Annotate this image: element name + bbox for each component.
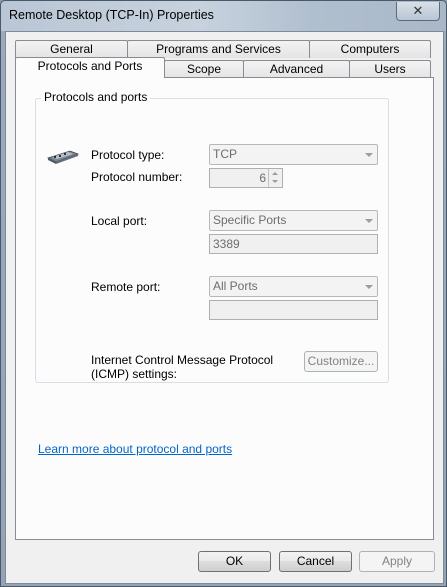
local-port-label: Local port: (91, 214, 148, 228)
tab-panel-protocols-and-ports: Protocols and ports Protocol type: TCP P… (15, 77, 434, 540)
tab-advanced[interactable]: Advanced (243, 60, 350, 78)
customize-button[interactable]: Customize... (304, 351, 378, 372)
remote-port-dropdown[interactable]: All Ports (209, 276, 378, 297)
tab-label: Computers (340, 42, 400, 56)
local-port-input[interactable]: 3389 (209, 234, 378, 254)
protocol-type-dropdown[interactable]: TCP (209, 144, 378, 165)
apply-label: Apply (381, 554, 413, 568)
tab-label: Advanced (269, 62, 324, 76)
ok-button[interactable]: OK (198, 551, 271, 572)
icmp-settings-label-line2: (ICMP) settings: (91, 367, 178, 381)
tab-scope[interactable]: Scope (164, 60, 244, 78)
protocol-type-label: Protocol type: (91, 148, 165, 162)
cancel-label: Cancel (296, 554, 335, 568)
learn-more-link[interactable]: Learn more about protocol and ports (38, 442, 232, 456)
local-port-value: Specific Ports (213, 213, 287, 227)
close-icon: ✕ (412, 3, 424, 18)
dialog-window: Remote Desktop (TCP-In) Properties ✕ Gen… (0, 0, 447, 587)
ok-label: OK (225, 554, 244, 568)
customize-label: Customize... (307, 354, 375, 368)
close-button[interactable]: ✕ (396, 2, 440, 21)
tab-general[interactable]: General (15, 40, 128, 58)
remote-port-label: Remote port: (91, 280, 161, 294)
icmp-settings-label-line1: Internet Control Message Protocol (91, 353, 274, 367)
tab-label: General (50, 42, 93, 56)
title-bar[interactable]: Remote Desktop (TCP-In) Properties ✕ (1, 1, 446, 31)
tab-label: Programs and Services (156, 42, 281, 56)
dialog-client-area: General Programs and Services Computers … (5, 31, 444, 584)
tab-label: Users (374, 62, 406, 76)
tab-protocols-and-ports[interactable]: Protocols and Ports (15, 57, 165, 78)
chevron-up-icon[interactable] (272, 172, 278, 175)
remote-port-value: All Ports (213, 279, 258, 293)
local-port-dropdown[interactable]: Specific Ports (209, 210, 378, 231)
protocol-type-value: TCP (213, 147, 237, 161)
chevron-down-icon (365, 153, 373, 157)
local-port-text: 3389 (213, 237, 240, 251)
chevron-down-icon (365, 285, 373, 289)
protocol-number-value: 6 (259, 171, 266, 185)
network-adapter-icon (46, 150, 80, 164)
tab-programs-and-services[interactable]: Programs and Services (127, 40, 310, 58)
protocol-number-stepper[interactable]: 6 (209, 168, 283, 188)
protocol-number-label: Protocol number: (91, 170, 183, 184)
cancel-button[interactable]: Cancel (279, 551, 352, 572)
stepper-buttons[interactable] (268, 169, 282, 187)
window-title: Remote Desktop (TCP-In) Properties (9, 8, 214, 22)
chevron-down-icon (365, 219, 373, 223)
apply-button[interactable]: Apply (359, 551, 435, 572)
chevron-down-icon[interactable] (272, 180, 278, 183)
tab-computers[interactable]: Computers (309, 40, 431, 58)
remote-port-input[interactable] (209, 300, 378, 320)
tab-label: Protocols and Ports (37, 59, 143, 73)
tab-label: Scope (186, 62, 222, 76)
group-legend: Protocols and ports (41, 90, 151, 104)
tab-users[interactable]: Users (349, 60, 431, 78)
